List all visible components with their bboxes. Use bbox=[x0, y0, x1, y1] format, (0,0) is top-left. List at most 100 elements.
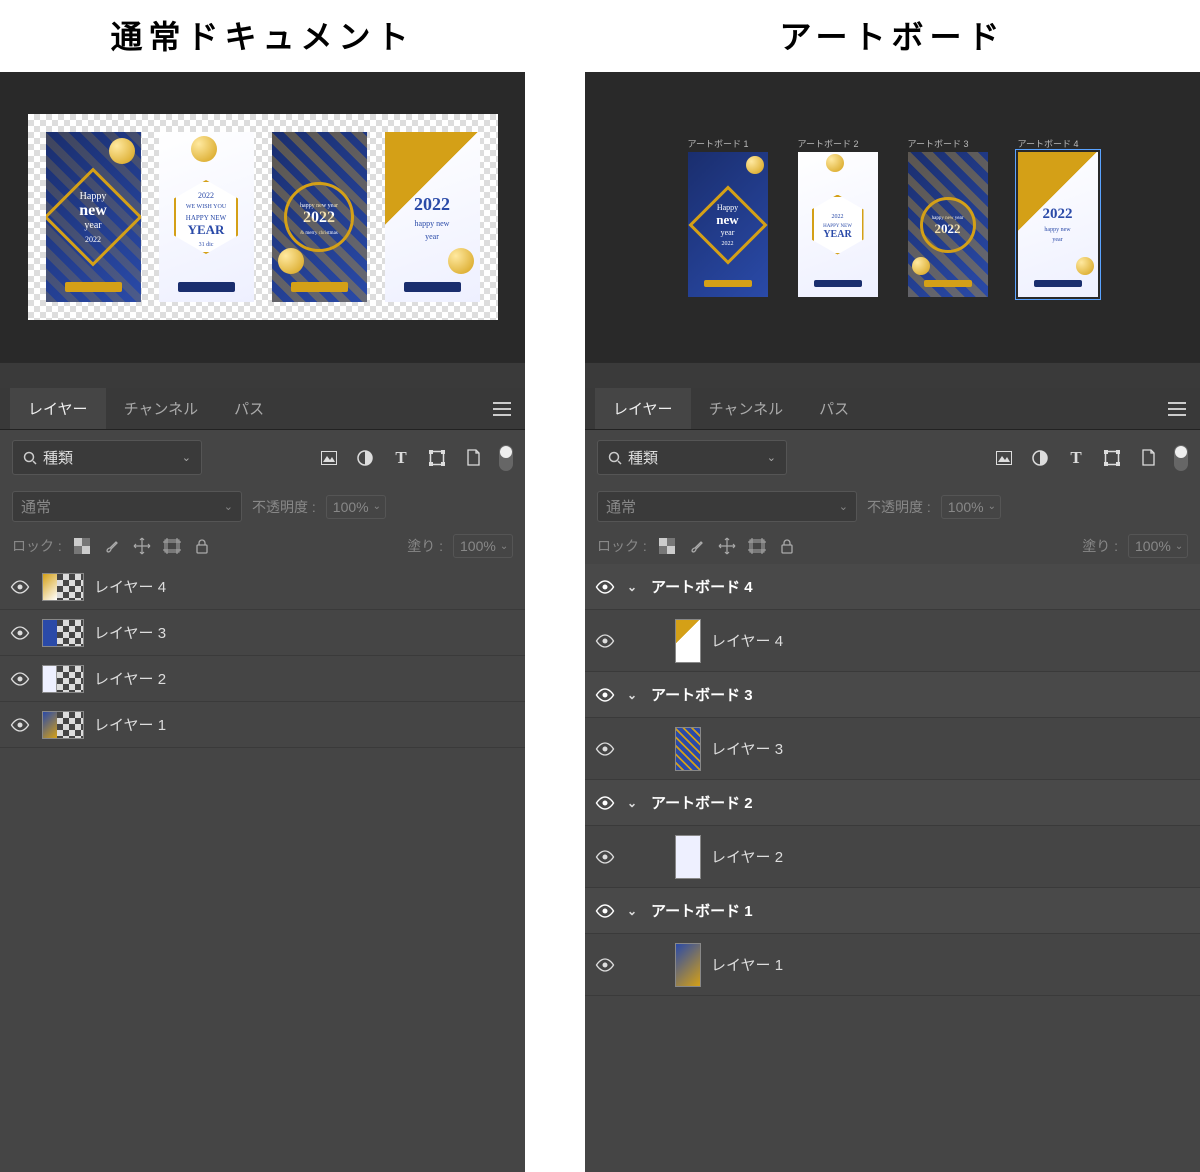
design-card-3: happy new year 2022 & merry christmas bbox=[272, 132, 367, 302]
chevron-down-icon[interactable]: ⌄ bbox=[627, 904, 641, 918]
layer-list-left: レイヤー 4 レイヤー 3 レイヤー 2 bbox=[0, 564, 525, 1172]
artboard-4[interactable]: アートボード 4 2022 happy new year bbox=[1018, 137, 1098, 297]
tab-channels[interactable]: チャンネル bbox=[106, 388, 217, 429]
visibility-icon[interactable] bbox=[595, 796, 617, 810]
blend-mode-dropdown[interactable]: 通常 ⌄ bbox=[12, 491, 242, 522]
visibility-icon[interactable] bbox=[595, 580, 617, 594]
lock-row: ロック : 塗り : 100% ⌄ bbox=[0, 528, 525, 564]
search-icon bbox=[23, 451, 37, 465]
panel-tabs: レイヤー チャンネル パス bbox=[0, 388, 525, 430]
layer-thumbnail bbox=[42, 665, 84, 693]
filter-pixel-icon[interactable] bbox=[319, 448, 339, 468]
artboard-group-row[interactable]: ⌄ アートボード 1 bbox=[585, 888, 1200, 934]
filter-pixel-icon[interactable] bbox=[994, 448, 1014, 468]
lock-position-icon[interactable] bbox=[717, 536, 737, 556]
artboard-1[interactable]: アートボード 1 Happy new year 2022 bbox=[688, 137, 768, 297]
artboard-group-row[interactable]: ⌄ アートボード 3 bbox=[585, 672, 1200, 718]
tab-layers[interactable]: レイヤー bbox=[595, 388, 691, 429]
filter-label: 種類 bbox=[628, 447, 658, 468]
title-artboard: アートボード bbox=[585, 0, 1200, 72]
filter-toggle[interactable] bbox=[499, 445, 513, 471]
layer-thumbnail bbox=[42, 573, 84, 601]
filter-shape-icon[interactable] bbox=[1102, 448, 1122, 468]
visibility-icon[interactable] bbox=[10, 580, 32, 594]
artboard-3[interactable]: アートボード 3 happy new year 2022 bbox=[908, 137, 988, 297]
visibility-icon[interactable] bbox=[10, 672, 32, 686]
lock-row: ロック : 塗り : 100% ⌄ bbox=[585, 528, 1200, 564]
document-canvas[interactable]: Happy new year 2022 2022 WE WISH YOU HAP… bbox=[28, 114, 498, 320]
design-card-2: 2022 WE WISH YOU HAPPY NEW YEAR 31 dic bbox=[159, 132, 254, 302]
layer-row[interactable]: レイヤー 1 bbox=[585, 934, 1200, 996]
fill-input[interactable]: 100% ⌄ bbox=[453, 534, 513, 558]
lock-brush-icon[interactable] bbox=[102, 536, 122, 556]
title-normal: 通常ドキュメント bbox=[0, 0, 525, 72]
tab-paths[interactable]: パス bbox=[216, 388, 282, 429]
filter-toggle[interactable] bbox=[1174, 445, 1188, 471]
canvas-area-right: アートボード 1 Happy new year 2022 アートボード 2 bbox=[585, 72, 1200, 362]
visibility-icon[interactable] bbox=[595, 688, 617, 702]
visibility-icon[interactable] bbox=[10, 718, 32, 732]
tab-channels[interactable]: チャンネル bbox=[691, 388, 802, 429]
chevron-down-icon: ⌄ bbox=[1175, 541, 1183, 552]
visibility-icon[interactable] bbox=[595, 850, 617, 864]
artboard-2[interactable]: アートボード 2 2022 HAPPY NEW YEAR bbox=[798, 137, 878, 297]
panel-menu-icon[interactable] bbox=[1154, 402, 1200, 416]
tab-layers[interactable]: レイヤー bbox=[10, 388, 106, 429]
fill-label: 塗り : bbox=[407, 536, 443, 556]
fill-input[interactable]: 100% ⌄ bbox=[1128, 534, 1188, 558]
chevron-down-icon: ⌄ bbox=[500, 541, 508, 552]
layer-thumbnail bbox=[675, 727, 701, 771]
lock-artboard-icon[interactable] bbox=[747, 536, 767, 556]
search-icon bbox=[608, 451, 622, 465]
layer-row[interactable]: レイヤー 3 bbox=[585, 718, 1200, 780]
filter-kind-dropdown[interactable]: 種類 ⌄ bbox=[597, 440, 787, 475]
filter-shape-icon[interactable] bbox=[427, 448, 447, 468]
artboard-group-row[interactable]: ⌄ アートボード 2 bbox=[585, 780, 1200, 826]
lock-all-icon[interactable] bbox=[192, 536, 212, 556]
artboard-group-row[interactable]: ⌄ アートボード 4 bbox=[585, 564, 1200, 610]
chevron-down-icon: ⌄ bbox=[988, 501, 996, 512]
opacity-input[interactable]: 100% ⌄ bbox=[326, 495, 386, 519]
filter-smartobject-icon[interactable] bbox=[463, 448, 483, 468]
chevron-down-icon[interactable]: ⌄ bbox=[627, 796, 641, 810]
lock-position-icon[interactable] bbox=[132, 536, 152, 556]
layer-row[interactable]: レイヤー 2 bbox=[585, 826, 1200, 888]
visibility-icon[interactable] bbox=[595, 634, 617, 648]
opacity-label: 不透明度 : bbox=[867, 497, 931, 517]
visibility-icon[interactable] bbox=[595, 742, 617, 756]
filter-smartobject-icon[interactable] bbox=[1138, 448, 1158, 468]
tab-paths[interactable]: パス bbox=[801, 388, 867, 429]
chevron-down-icon: ⌄ bbox=[224, 500, 233, 513]
lock-all-icon[interactable] bbox=[777, 536, 797, 556]
layer-row[interactable]: レイヤー 1 bbox=[0, 702, 525, 748]
filter-type-icon[interactable]: T bbox=[1066, 448, 1086, 468]
filter-kind-dropdown[interactable]: 種類 ⌄ bbox=[12, 440, 202, 475]
visibility-icon[interactable] bbox=[595, 904, 617, 918]
artboard-canvas[interactable]: アートボード 1 Happy new year 2022 アートボード 2 bbox=[674, 137, 1112, 297]
filter-label: 種類 bbox=[43, 447, 73, 468]
lock-brush-icon[interactable] bbox=[687, 536, 707, 556]
layer-row[interactable]: レイヤー 3 bbox=[0, 610, 525, 656]
chevron-down-icon: ⌄ bbox=[182, 451, 191, 464]
visibility-icon[interactable] bbox=[595, 958, 617, 972]
lock-transparency-icon[interactable] bbox=[657, 536, 677, 556]
filter-type-icon[interactable]: T bbox=[391, 448, 411, 468]
opacity-input[interactable]: 100% ⌄ bbox=[941, 495, 1001, 519]
lock-transparency-icon[interactable] bbox=[72, 536, 92, 556]
chevron-down-icon: ⌄ bbox=[839, 500, 848, 513]
filter-adjustment-icon[interactable] bbox=[1030, 448, 1050, 468]
chevron-down-icon[interactable]: ⌄ bbox=[627, 580, 641, 594]
panel-tabs: レイヤー チャンネル パス bbox=[585, 388, 1200, 430]
layer-row[interactable]: レイヤー 4 bbox=[0, 564, 525, 610]
filter-adjustment-icon[interactable] bbox=[355, 448, 375, 468]
visibility-icon[interactable] bbox=[10, 626, 32, 640]
lock-artboard-icon[interactable] bbox=[162, 536, 182, 556]
layer-thumbnail bbox=[675, 835, 701, 879]
layer-row[interactable]: レイヤー 2 bbox=[0, 656, 525, 702]
chevron-down-icon: ⌄ bbox=[767, 451, 776, 464]
column-artboard: アートボード アートボード 1 Happy new year 2022 bbox=[585, 0, 1200, 1172]
chevron-down-icon[interactable]: ⌄ bbox=[627, 688, 641, 702]
panel-menu-icon[interactable] bbox=[479, 402, 525, 416]
blend-mode-dropdown[interactable]: 通常 ⌄ bbox=[597, 491, 857, 522]
layer-row[interactable]: レイヤー 4 bbox=[585, 610, 1200, 672]
